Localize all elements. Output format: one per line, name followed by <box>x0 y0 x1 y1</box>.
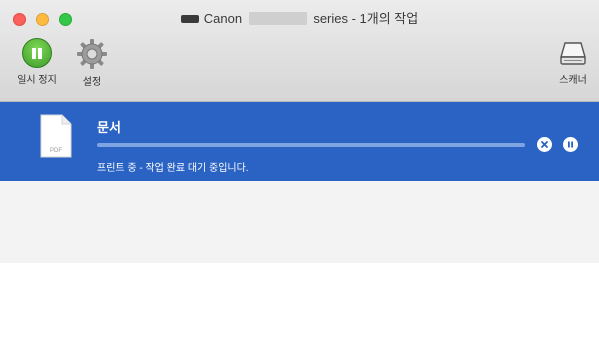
gear-icon <box>76 38 108 70</box>
pause-icon <box>22 38 52 68</box>
cancel-icon <box>541 141 548 148</box>
settings-button[interactable]: 설정 <box>70 38 114 88</box>
pause-icon <box>568 141 573 148</box>
cancel-job-button[interactable] <box>537 137 552 152</box>
pause-printer-button[interactable]: 일시 정지 <box>14 38 60 86</box>
scanner-button[interactable]: 스캐너 <box>553 38 593 86</box>
settings-label: 설정 <box>82 77 102 88</box>
printer-icon <box>180 14 199 23</box>
document-icon: PDF <box>40 114 72 158</box>
title-prefix: Canon <box>203 11 243 26</box>
empty-job-row <box>0 181 599 263</box>
redacted-model-name <box>248 12 307 26</box>
pause-job-button[interactable] <box>563 137 578 152</box>
document-type-label: PDF <box>50 148 62 154</box>
title-suffix: series - 1개의 작업 <box>313 11 419 26</box>
title-toolbar: Canon series - 1개의 작업 일시 정지 설정 스캐너 <box>0 0 599 102</box>
scanner-icon <box>558 38 588 68</box>
job-progress-bar <box>97 143 525 147</box>
pause-label: 일시 정지 <box>17 75 57 86</box>
job-list-empty-space <box>0 263 599 343</box>
job-row-selected[interactable]: PDF 문서 프린트 중 - 작업 완료 대기 중입니다. <box>0 102 599 181</box>
scanner-label: 스캐너 <box>559 75 587 86</box>
window-title: Canon series - 1개의 작업 <box>0 10 599 28</box>
job-name: 문서 <box>97 120 121 135</box>
print-queue-window: Canon series - 1개의 작업 일시 정지 설정 스캐너 PDF 문… <box>0 0 599 343</box>
job-status: 프린트 중 - 작업 완료 대기 중입니다. <box>97 163 249 174</box>
